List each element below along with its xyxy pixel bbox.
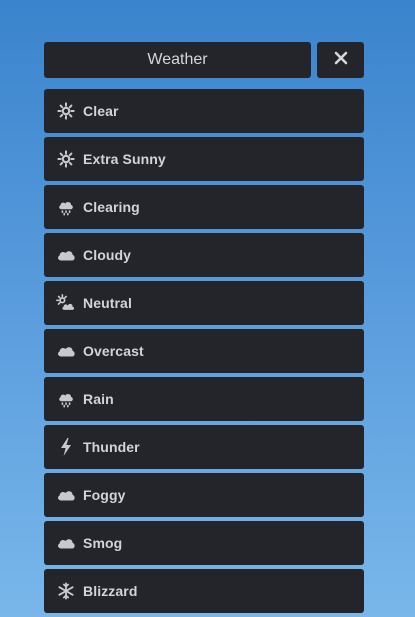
weather-list: Clear Extra Sunny Clearing Cloudy Neutra… — [44, 89, 364, 617]
weather-option-neutral[interactable]: Neutral — [44, 281, 364, 325]
weather-option-clear[interactable]: Clear — [44, 89, 364, 133]
weather-option-rain[interactable]: Rain — [44, 377, 364, 421]
option-label: Clearing — [83, 199, 140, 215]
weather-option-extra-sunny[interactable]: Extra Sunny — [44, 137, 364, 181]
weather-option-cloudy[interactable]: Cloudy — [44, 233, 364, 277]
cloud-icon — [56, 485, 76, 505]
cloud-icon — [56, 245, 76, 265]
weather-option-blizzard[interactable]: Blizzard — [44, 569, 364, 613]
option-label: Overcast — [83, 343, 144, 359]
option-label: Thunder — [83, 439, 140, 455]
cloud-rain-icon — [56, 389, 76, 409]
option-label: Extra Sunny — [83, 151, 166, 167]
option-label: Foggy — [83, 487, 126, 503]
cloud-rain-icon — [56, 197, 76, 217]
option-label: Blizzard — [83, 583, 138, 599]
weather-option-smog[interactable]: Smog — [44, 521, 364, 565]
option-label: Neutral — [83, 295, 132, 311]
option-label: Rain — [83, 391, 114, 407]
option-label: Clear — [83, 103, 119, 119]
menu-title: Weather — [44, 42, 311, 78]
weather-option-thunder[interactable]: Thunder — [44, 425, 364, 469]
cloud-sun-icon — [56, 293, 76, 313]
sun-icon — [56, 101, 76, 121]
close-icon — [334, 51, 348, 70]
snowflake-icon — [56, 581, 76, 601]
weather-option-foggy[interactable]: Foggy — [44, 473, 364, 517]
cloud-icon — [56, 533, 76, 553]
option-label: Smog — [83, 535, 123, 551]
sun-icon — [56, 149, 76, 169]
weather-option-clearing[interactable]: Clearing — [44, 185, 364, 229]
weather-option-overcast[interactable]: Overcast — [44, 329, 364, 373]
weather-menu: Weather Clear Extra Sunny Clearing Cloud… — [44, 42, 364, 617]
cloud-icon — [56, 341, 76, 361]
bolt-icon — [56, 437, 76, 457]
option-label: Cloudy — [83, 247, 132, 263]
menu-header: Weather — [44, 42, 364, 78]
close-button[interactable] — [317, 42, 364, 78]
